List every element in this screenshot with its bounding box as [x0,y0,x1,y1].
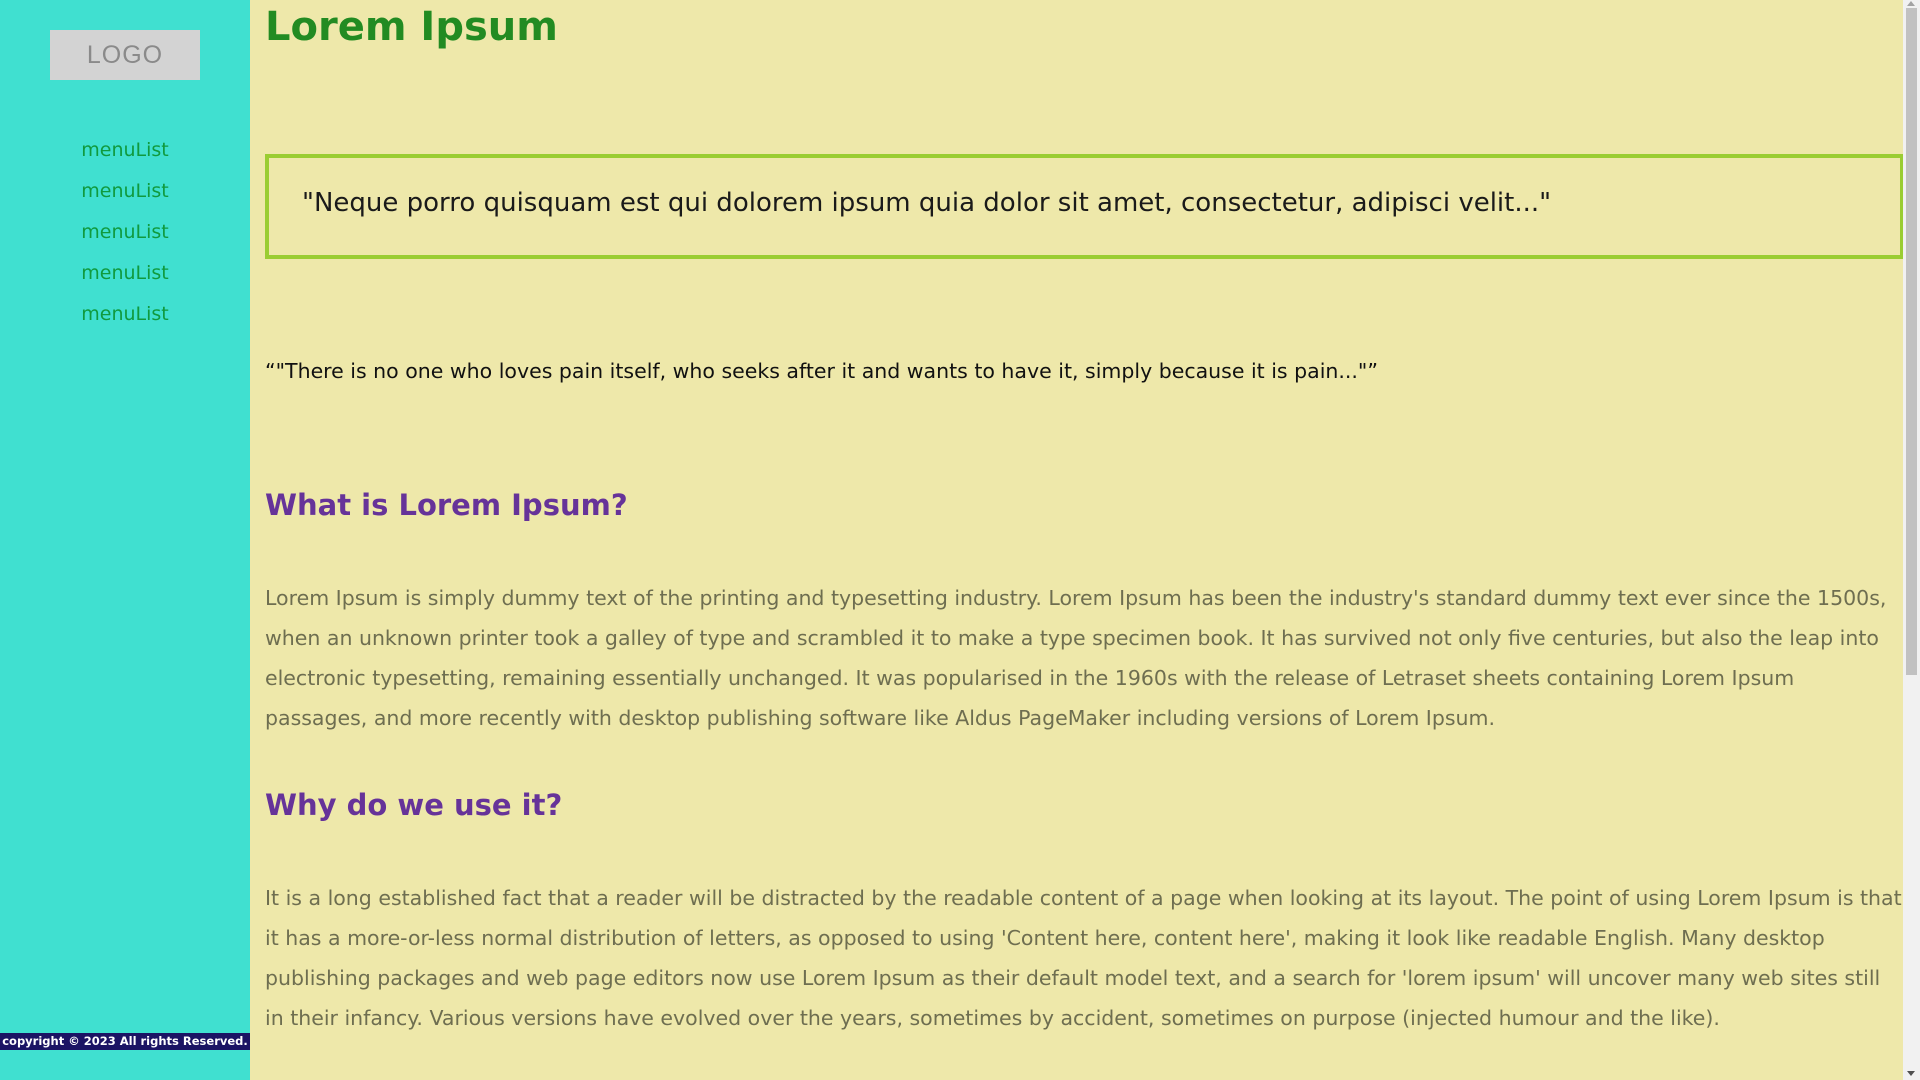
sidebar-menu-item-2[interactable]: menuList [0,175,250,216]
blockquote-text: "Neque porro quisquam est qui dolorem ip… [302,188,1552,218]
section-body-what-is: Lorem Ipsum is simply dummy text of the … [265,586,1887,730]
section-heading-why-use: Why do we use it? [265,788,563,822]
sidebar: LOGO menuList menuList menuList menuList… [0,0,250,1080]
page: LOGO menuList menuList menuList menuList… [0,0,1920,1080]
scroll-down-arrow-icon[interactable] [1907,1071,1915,1076]
sidebar-menu-item-1[interactable]: menuList [0,134,250,175]
scroll-up-arrow-icon[interactable] [1907,1,1915,6]
sidebar-menu-item-3[interactable]: menuList [0,216,250,257]
logo[interactable]: LOGO [50,30,200,80]
scrollbar-thumb[interactable] [1906,8,1917,675]
vertical-scrollbar[interactable] [1903,0,1920,1080]
blockquote-box: "Neque porro quisquam est qui dolorem ip… [265,154,1904,259]
copyright-footer: copyright © 2023 All rights Reserved. [0,1033,250,1050]
main-content: Lorem Ipsum "Neque porro quisquam est qu… [265,0,1904,1080]
section-body-why-use: It is a long established fact that a rea… [265,886,1902,1030]
sidebar-menu: menuList menuList menuList menuList menu… [0,134,250,339]
page-title: Lorem Ipsum [265,4,558,50]
inline-quote: “"There is no one who loves pain itself,… [265,359,1378,383]
sidebar-menu-item-5[interactable]: menuList [0,298,250,339]
section-heading-what-is: What is Lorem Ipsum? [265,488,628,522]
sidebar-menu-item-4[interactable]: menuList [0,257,250,298]
